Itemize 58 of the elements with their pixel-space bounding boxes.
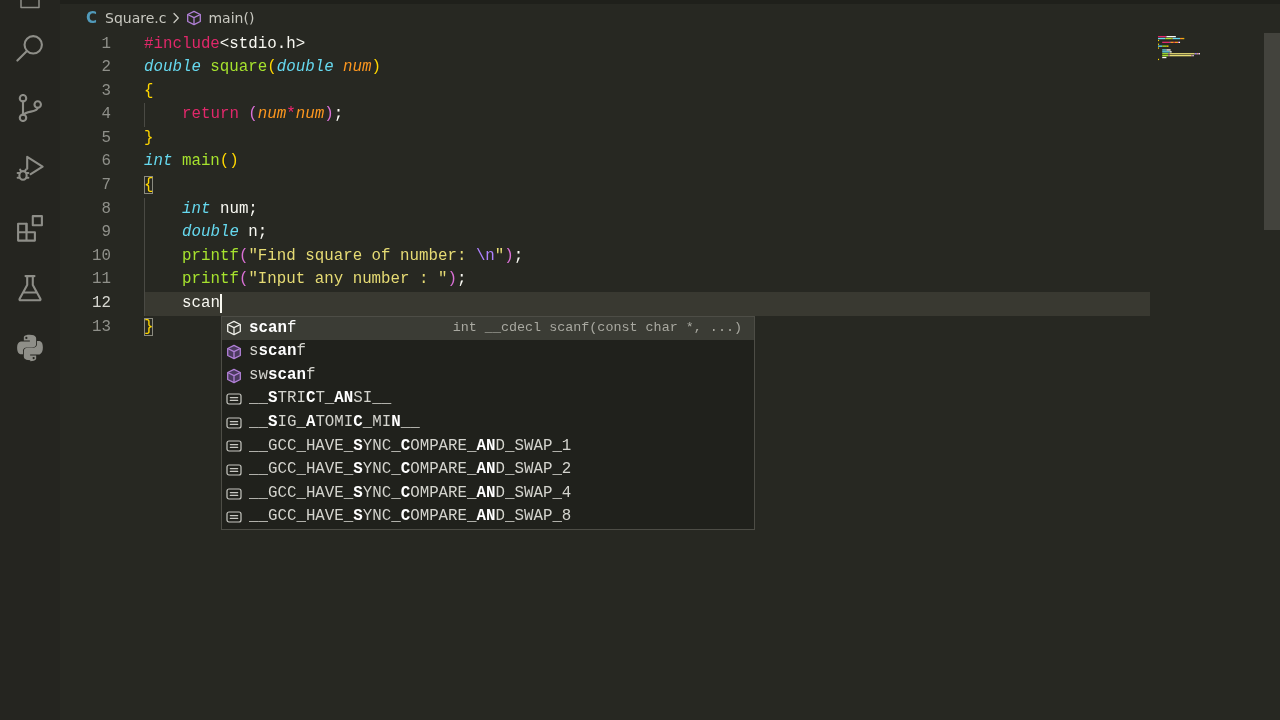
code-line: } — [144, 127, 154, 149]
code-line: double n; — [182, 222, 268, 244]
lines-box-icon — [226, 438, 242, 455]
line-number: 5 — [101, 127, 111, 149]
suggestion-item[interactable]: swscanf — [222, 363, 754, 388]
suggestion-item[interactable]: __GCC_HAVE_SYNC_COMPARE_AND_SWAP_1 — [222, 434, 754, 459]
line-number: 3 — [101, 80, 111, 102]
line-number: 9 — [101, 222, 111, 244]
code-line: int main() — [144, 151, 239, 173]
line-number: 2 — [101, 57, 111, 79]
cube-icon — [226, 344, 242, 361]
code-line: #include<stdio.h> — [144, 33, 306, 55]
code-line: { — [144, 80, 154, 102]
code-line: } — [144, 316, 154, 338]
flask-icon[interactable] — [16, 274, 44, 302]
code-line: { — [144, 175, 154, 197]
breadcrumb-item[interactable]: main() — [186, 7, 255, 29]
lines-box-icon — [226, 509, 242, 526]
line-number: 7 — [101, 175, 111, 197]
code-line: printf("Input any number : "); — [182, 269, 467, 291]
suggestion-item[interactable]: __GCC_HAVE_SYNC_COMPARE_AND_SWAP_4 — [222, 481, 754, 506]
play-bug-icon[interactable] — [16, 154, 44, 182]
cube-icon — [226, 367, 242, 384]
code-line: int num; — [182, 198, 258, 220]
cube-icon — [186, 10, 203, 27]
line-number: 11 — [92, 269, 111, 291]
file-icon[interactable] — [19, 0, 41, 9]
lines-box-icon — [226, 462, 242, 479]
signature-text: int __cdecl scanf(const char *, ...) — [452, 319, 742, 338]
line-number: 12 — [92, 293, 111, 315]
snake-logo-icon[interactable] — [16, 334, 44, 362]
suggestion-item[interactable]: __SIG_ATOMIC_MIN__ — [222, 411, 754, 435]
blocks-icon[interactable] — [16, 214, 44, 242]
search-icon[interactable] — [16, 34, 44, 62]
code-line: scan — [182, 293, 220, 315]
code-line: printf("Find square of number: \n"); — [182, 245, 524, 267]
lines-box-icon — [226, 391, 242, 408]
code-line: double square(double num) — [144, 57, 382, 79]
branch-icon[interactable] — [16, 94, 44, 122]
suggestion-item[interactable]: __STRICT_ANSI__ — [222, 387, 754, 412]
line-number: 13 — [92, 316, 111, 338]
line-number: 6 — [101, 151, 111, 173]
code-line: return (num*num); — [182, 104, 344, 126]
line-number: 4 — [101, 104, 111, 126]
suggestion-item[interactable]: __GCC_HAVE_SYNC_COMPARE_AND_SWAP_8 — [222, 505, 754, 530]
suggestion-item[interactable]: sscanf — [222, 340, 754, 364]
chevron-right-icon — [172, 12, 181, 25]
line-number: 1 — [101, 33, 111, 55]
file-type-icon: C — [86, 10, 97, 26]
line-number: 8 — [101, 198, 111, 220]
suggestion-item[interactable]: scanf int __cdecl scanf(const char *, ...) — [222, 316, 754, 341]
scrollbar-thumb[interactable] — [1264, 32, 1280, 230]
lines-box-icon — [226, 414, 242, 431]
breadcrumb-item[interactable]: C Square.c — [86, 7, 167, 29]
line-number: 10 — [92, 245, 111, 267]
cube-icon — [226, 320, 242, 337]
suggestion-item[interactable]: __GCC_HAVE_SYNC_COMPARE_AND_SWAP_2 — [222, 458, 754, 482]
lines-box-icon — [226, 485, 242, 502]
